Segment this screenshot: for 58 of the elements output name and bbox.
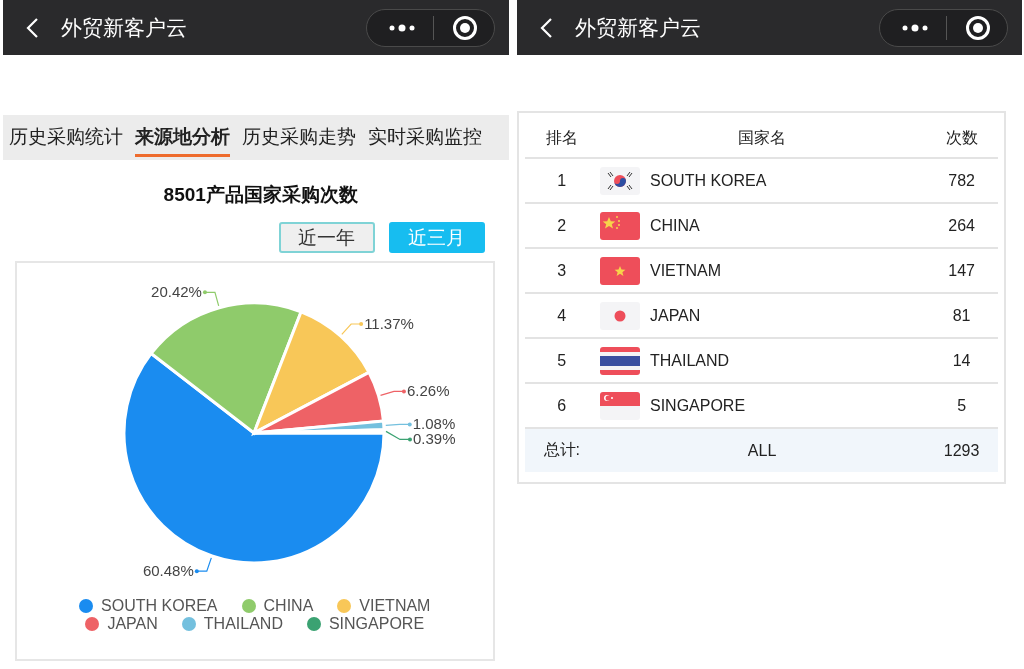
tab[interactable]: 实时采购监控 bbox=[368, 123, 482, 157]
flag-icon bbox=[599, 391, 640, 420]
rank-cell: 4 bbox=[524, 293, 599, 338]
country-cell: JAPAN bbox=[649, 306, 701, 325]
country-cell: SOUTH KOREA bbox=[649, 171, 767, 190]
column-header: 国家名 bbox=[598, 119, 926, 158]
percent-label: 0.39% bbox=[413, 430, 456, 448]
rank-cell: 5 bbox=[524, 338, 599, 383]
count-cell: 782 bbox=[925, 158, 998, 203]
chart-title: 8501产品国家采购次数 bbox=[162, 183, 359, 207]
legend-item[interactable]: SINGAPORE bbox=[306, 615, 425, 633]
country-cell: SINGAPORE bbox=[649, 396, 746, 415]
back-icon[interactable] bbox=[25, 16, 39, 39]
legend-item[interactable]: THAILAND bbox=[181, 615, 283, 633]
percent-label: 60.48% bbox=[142, 562, 194, 580]
range-button[interactable]: 近一年 bbox=[278, 222, 375, 253]
country-cell: THAILAND bbox=[649, 351, 730, 370]
leader-line bbox=[202, 290, 220, 307]
more-icon[interactable] bbox=[902, 23, 928, 32]
nav-title: 外贸新客户云 bbox=[574, 14, 702, 41]
rank-cell: 2 bbox=[524, 203, 599, 248]
total-label: 总计: bbox=[524, 428, 599, 472]
percent-label: 11.37% bbox=[364, 315, 414, 332]
tab[interactable]: 历史采购走势 bbox=[242, 123, 356, 157]
count-cell: 14 bbox=[925, 338, 998, 383]
rank-cell: 3 bbox=[524, 248, 599, 293]
total-country: ALL bbox=[598, 428, 926, 472]
country-cell: CHINA bbox=[649, 216, 700, 235]
leader-line bbox=[385, 430, 412, 442]
count-cell: 264 bbox=[925, 203, 998, 248]
nav-title: 外贸新客户云 bbox=[61, 14, 188, 41]
total-count: 1293 bbox=[925, 428, 998, 472]
flag-icon bbox=[599, 211, 640, 240]
flag-icon bbox=[599, 346, 640, 375]
leader-line bbox=[341, 322, 364, 336]
flag-icon bbox=[599, 256, 640, 285]
more-icon[interactable] bbox=[388, 23, 415, 32]
percent-label: 1.08% bbox=[412, 415, 456, 433]
country-cell: VIETNAM bbox=[649, 261, 722, 280]
count-cell: 81 bbox=[925, 293, 998, 338]
percent-label: 20.42% bbox=[151, 283, 202, 301]
legend-item[interactable]: SOUTH KOREA bbox=[79, 597, 218, 615]
legend-item[interactable]: CHINA bbox=[241, 597, 314, 615]
count-cell: 147 bbox=[925, 248, 998, 293]
tab[interactable]: 来源地分析 bbox=[135, 123, 230, 157]
column-header: 排名 bbox=[524, 119, 599, 158]
flag-icon bbox=[599, 301, 640, 330]
legend-item[interactable]: JAPAN bbox=[85, 615, 158, 633]
tab[interactable]: 历史采购统计 bbox=[9, 123, 123, 157]
leader-line bbox=[194, 557, 212, 574]
legend-item[interactable]: VIETNAM bbox=[337, 597, 431, 615]
back-icon[interactable] bbox=[538, 16, 553, 39]
leader-line bbox=[379, 389, 406, 396]
flag-icon bbox=[599, 166, 640, 195]
percent-label: 6.26% bbox=[406, 382, 450, 400]
rank-cell: 1 bbox=[524, 158, 599, 203]
column-header: 次数 bbox=[925, 119, 998, 158]
leader-line bbox=[385, 422, 412, 427]
